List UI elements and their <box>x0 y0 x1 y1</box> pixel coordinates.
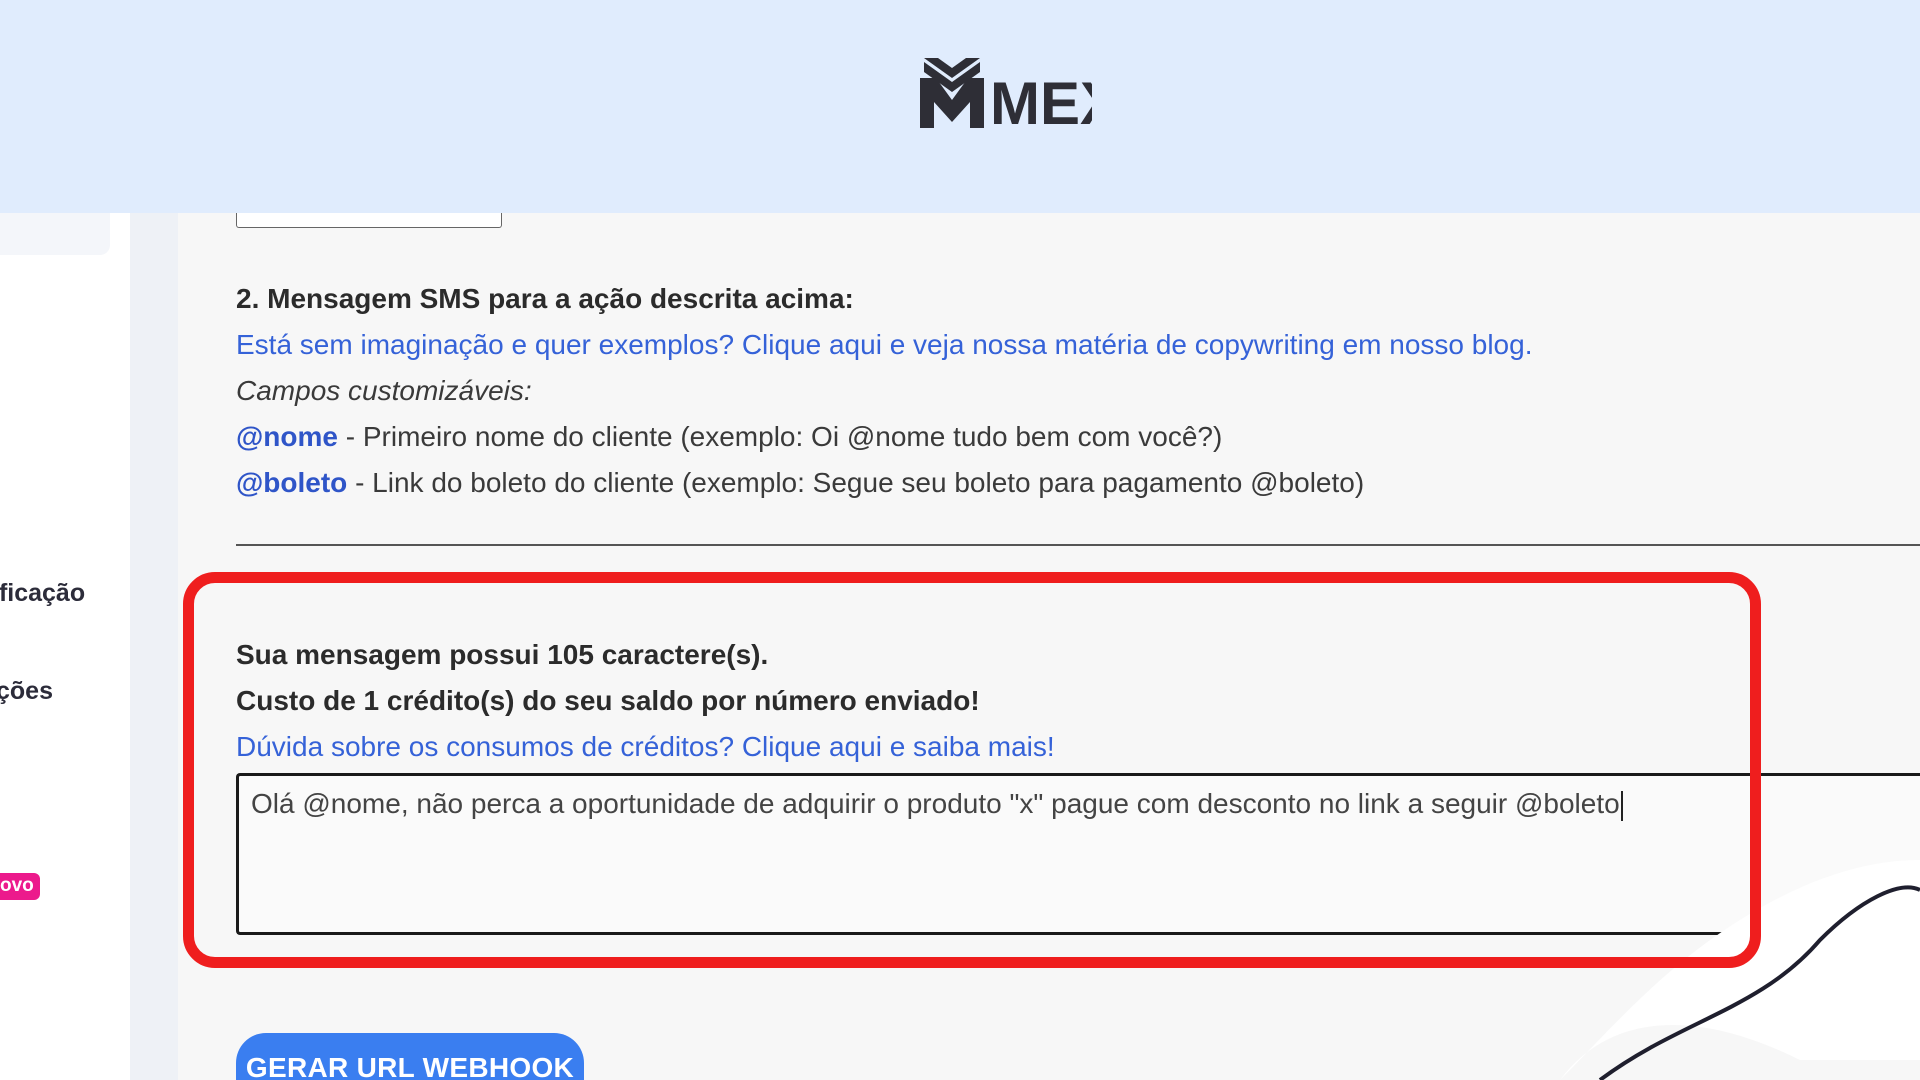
sidebar: ificação ções ovo <box>0 213 130 1080</box>
new-badge: ovo <box>0 873 40 900</box>
sidebar-item-label: ificação <box>0 579 86 607</box>
field-tag: @boleto <box>236 467 348 498</box>
examples-link[interactable]: Está sem imaginação e quer exemplos? Cli… <box>236 329 1532 361</box>
char-count-text: Sua mensagem possui 105 caractere(s). <box>236 639 769 670</box>
field-description: - Primeiro nome do cliente (exemplo: Oi … <box>337 421 1223 452</box>
custom-field-boleto: @boleto - Link do boleto do cliente (exe… <box>236 467 1364 499</box>
sidebar-item-integracoes[interactable]: ções <box>0 677 53 706</box>
trigger-select[interactable] <box>236 213 502 228</box>
credits-info-link[interactable]: Dúvida sobre os consumos de créditos? Cl… <box>236 731 1055 763</box>
custom-fields-title: Campos customizáveis: <box>236 375 532 406</box>
sidebar-item-label: ções <box>0 677 53 705</box>
top-banner: MEX <box>0 0 1920 213</box>
sidebar-item-notificacao[interactable]: ificação <box>0 579 85 608</box>
cost-text: Custo de 1 crédito(s) do seu saldo por n… <box>236 685 980 716</box>
custom-field-nome: @nome - Primeiro nome do cliente (exempl… <box>236 421 1222 453</box>
mex-logo: MEX <box>918 58 1092 130</box>
field-tag: @nome <box>236 421 338 452</box>
section-divider <box>236 544 1920 546</box>
generate-webhook-button[interactable]: GERAR URL WEBHOOK <box>236 1033 584 1080</box>
section-heading: 2. Mensagem SMS para a ação descrita aci… <box>236 283 854 314</box>
sidebar-card <box>0 213 110 255</box>
content-gutter <box>130 213 178 1080</box>
message-text: Olá @nome, não perca a oportunidade de a… <box>251 788 1620 819</box>
logo-mark-icon: MEX <box>920 58 1092 130</box>
decorative-wave <box>1560 860 1920 1080</box>
logo-text: MEX <box>990 70 1092 130</box>
field-description: - Link do boleto do cliente (exemplo: Se… <box>347 467 1365 498</box>
text-caret <box>1620 790 1623 821</box>
